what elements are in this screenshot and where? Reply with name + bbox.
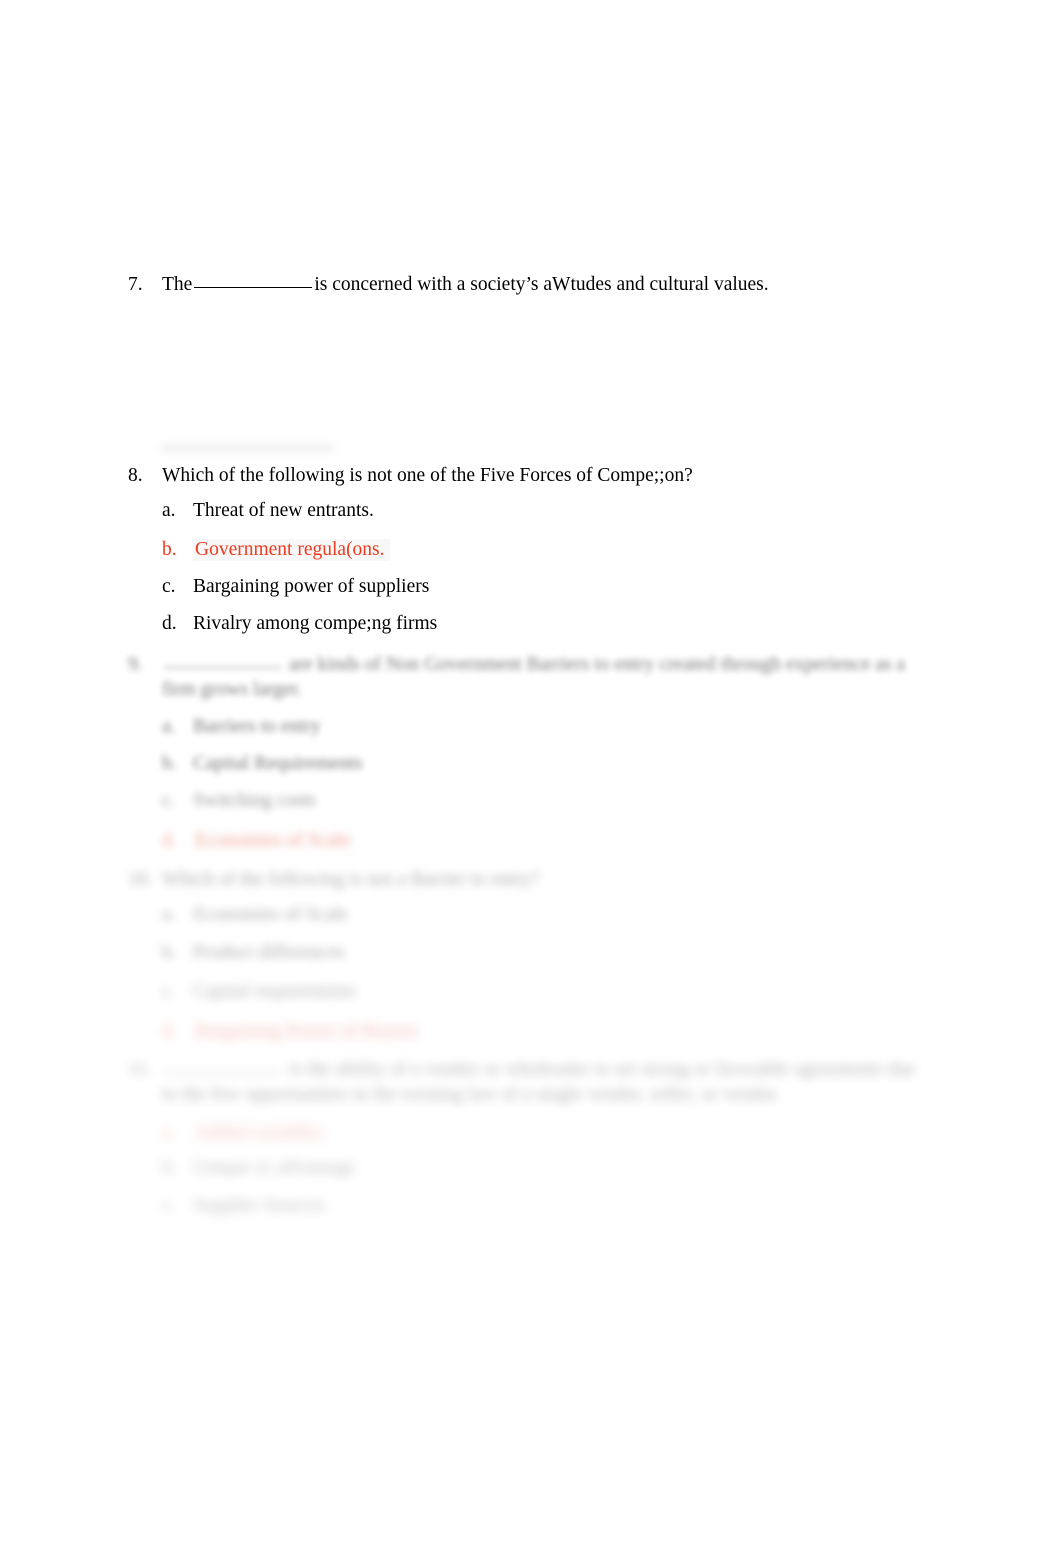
question-11-text-line-1: is the ability of a vendor or wholesaler… <box>288 1059 916 1080</box>
question-8-option-d[interactable]: d. Rivalry among compe;ng firms <box>162 614 437 634</box>
question-10-option-a-text: Economies of Scale <box>193 904 348 925</box>
question-10-option-a[interactable]: a. Economies of Scale <box>162 905 348 925</box>
question-11-text-line-2: to the few opportunities in the existing… <box>162 1084 781 1106</box>
question-11-text: is the ability of a vendor or wholesaler… <box>162 1057 918 1108</box>
question-7-text: The is concerned with a society’s aWtudes… <box>162 272 769 297</box>
question-10-option-d[interactable]: d. Bargaining Power of Buyers <box>162 1021 422 1043</box>
question-11-option-c[interactable]: c. Supplier Sources <box>162 1196 326 1216</box>
question-9: 9. are kinds of Non Government Barriers … <box>128 652 918 703</box>
question-8-option-b[interactable]: b. Government regula(ons. <box>162 539 390 561</box>
question-11-option-b[interactable]: b. Unique or advantage <box>162 1158 355 1178</box>
question-7-text-before-blank: The <box>162 274 193 295</box>
question-10-option-b-text: Product differences <box>193 942 345 963</box>
question-8-option-b-letter: b. <box>162 539 177 560</box>
question-10-option-b[interactable]: b. Product differences <box>162 943 345 963</box>
question-11-option-a-text: Added variables <box>193 1122 327 1144</box>
question-9-fill-blank[interactable] <box>164 667 282 668</box>
question-10-option-c-letter: c. <box>162 981 176 1002</box>
question-10-option-c[interactable]: c. Capital requirements <box>162 982 356 1002</box>
page-artifact-strip <box>160 444 335 452</box>
question-8-option-b-text: Government regula(ons. <box>193 539 390 561</box>
question-10-number: 10. <box>128 869 153 890</box>
question-9-option-c-letter: c. <box>162 790 176 811</box>
question-9-option-b-text: Capital Requirements <box>193 753 363 774</box>
question-10-option-d-text: Bargaining Power of Buyers <box>193 1021 422 1043</box>
question-11-number: 11. <box>128 1059 152 1080</box>
question-9-number: 9. <box>128 654 143 675</box>
question-8-text: Which of the following is not one of the… <box>162 465 693 486</box>
question-8-option-a-letter: a. <box>162 500 176 521</box>
question-8-option-c-text: Bargaining power of suppliers <box>193 576 430 597</box>
question-9-option-d[interactable]: d. Economies of Scale <box>162 830 355 852</box>
question-10-option-c-text: Capital requirements <box>193 981 356 1002</box>
question-9-option-a-letter: a. <box>162 716 176 737</box>
question-8-number: 8. <box>128 465 143 486</box>
question-9-option-d-letter: d. <box>162 830 177 851</box>
question-8-option-a-text: Threat of new entrants. <box>193 500 374 521</box>
question-8-option-d-letter: d. <box>162 613 177 634</box>
question-11-fill-blank[interactable] <box>164 1072 282 1073</box>
question-11-option-a-letter: a. <box>162 1122 176 1143</box>
question-8-option-d-text: Rivalry among compe;ng firms <box>193 613 438 634</box>
question-10-option-b-letter: b. <box>162 942 177 963</box>
question-9-text-line-2: firm grows larger. <box>162 679 302 701</box>
question-9-option-b-letter: b. <box>162 753 177 774</box>
question-9-option-b[interactable]: b. Capital Requirements <box>162 754 363 774</box>
question-9-option-c[interactable]: c. Switching costs <box>162 791 316 811</box>
question-8: 8. Which of the following is not one of … <box>128 463 693 488</box>
question-10-text: Which of the following is not a Barrier … <box>162 869 540 890</box>
question-9-option-a-text: Barriers to entry <box>193 716 321 737</box>
document-page: 7. The is concerned with a society’s aWtu… <box>0 0 1062 1561</box>
question-11-option-a[interactable]: a. Added variables <box>162 1122 327 1144</box>
question-10-option-d-letter: d. <box>162 1021 177 1042</box>
question-8-option-c[interactable]: c. Bargaining power of suppliers <box>162 577 429 597</box>
question-7-number: 7. <box>128 274 143 295</box>
question-10: 10. Which of the following is not a Barr… <box>128 867 539 892</box>
question-7: 7. The is concerned with a society’s aWtu… <box>128 272 769 297</box>
question-9-text: are kinds of Non Government Barriers to … <box>162 652 918 703</box>
question-8-option-a[interactable]: a. Threat of new entrants. <box>162 501 374 521</box>
question-11: 11. is the ability of a vendor or wholes… <box>128 1057 918 1108</box>
question-11-option-b-text: Unique or advantage <box>193 1157 356 1178</box>
question-10-option-a-letter: a. <box>162 904 176 925</box>
question-11-option-c-text: Supplier Sources <box>193 1195 326 1216</box>
question-9-option-d-text: Economies of Scale <box>193 830 355 852</box>
question-9-option-c-text: Switching costs <box>193 790 316 811</box>
question-8-option-c-letter: c. <box>162 576 176 597</box>
question-7-text-after-blank: is concerned with a society’s aWtudes an… <box>314 274 769 295</box>
question-11-option-b-letter: b. <box>162 1157 177 1178</box>
question-7-fill-blank[interactable] <box>194 287 313 288</box>
question-11-option-c-letter: c. <box>162 1195 176 1216</box>
question-9-text-line-1: are kinds of Non Government Barriers to … <box>288 654 906 675</box>
question-9-option-a[interactable]: a. Barriers to entry <box>162 717 321 737</box>
